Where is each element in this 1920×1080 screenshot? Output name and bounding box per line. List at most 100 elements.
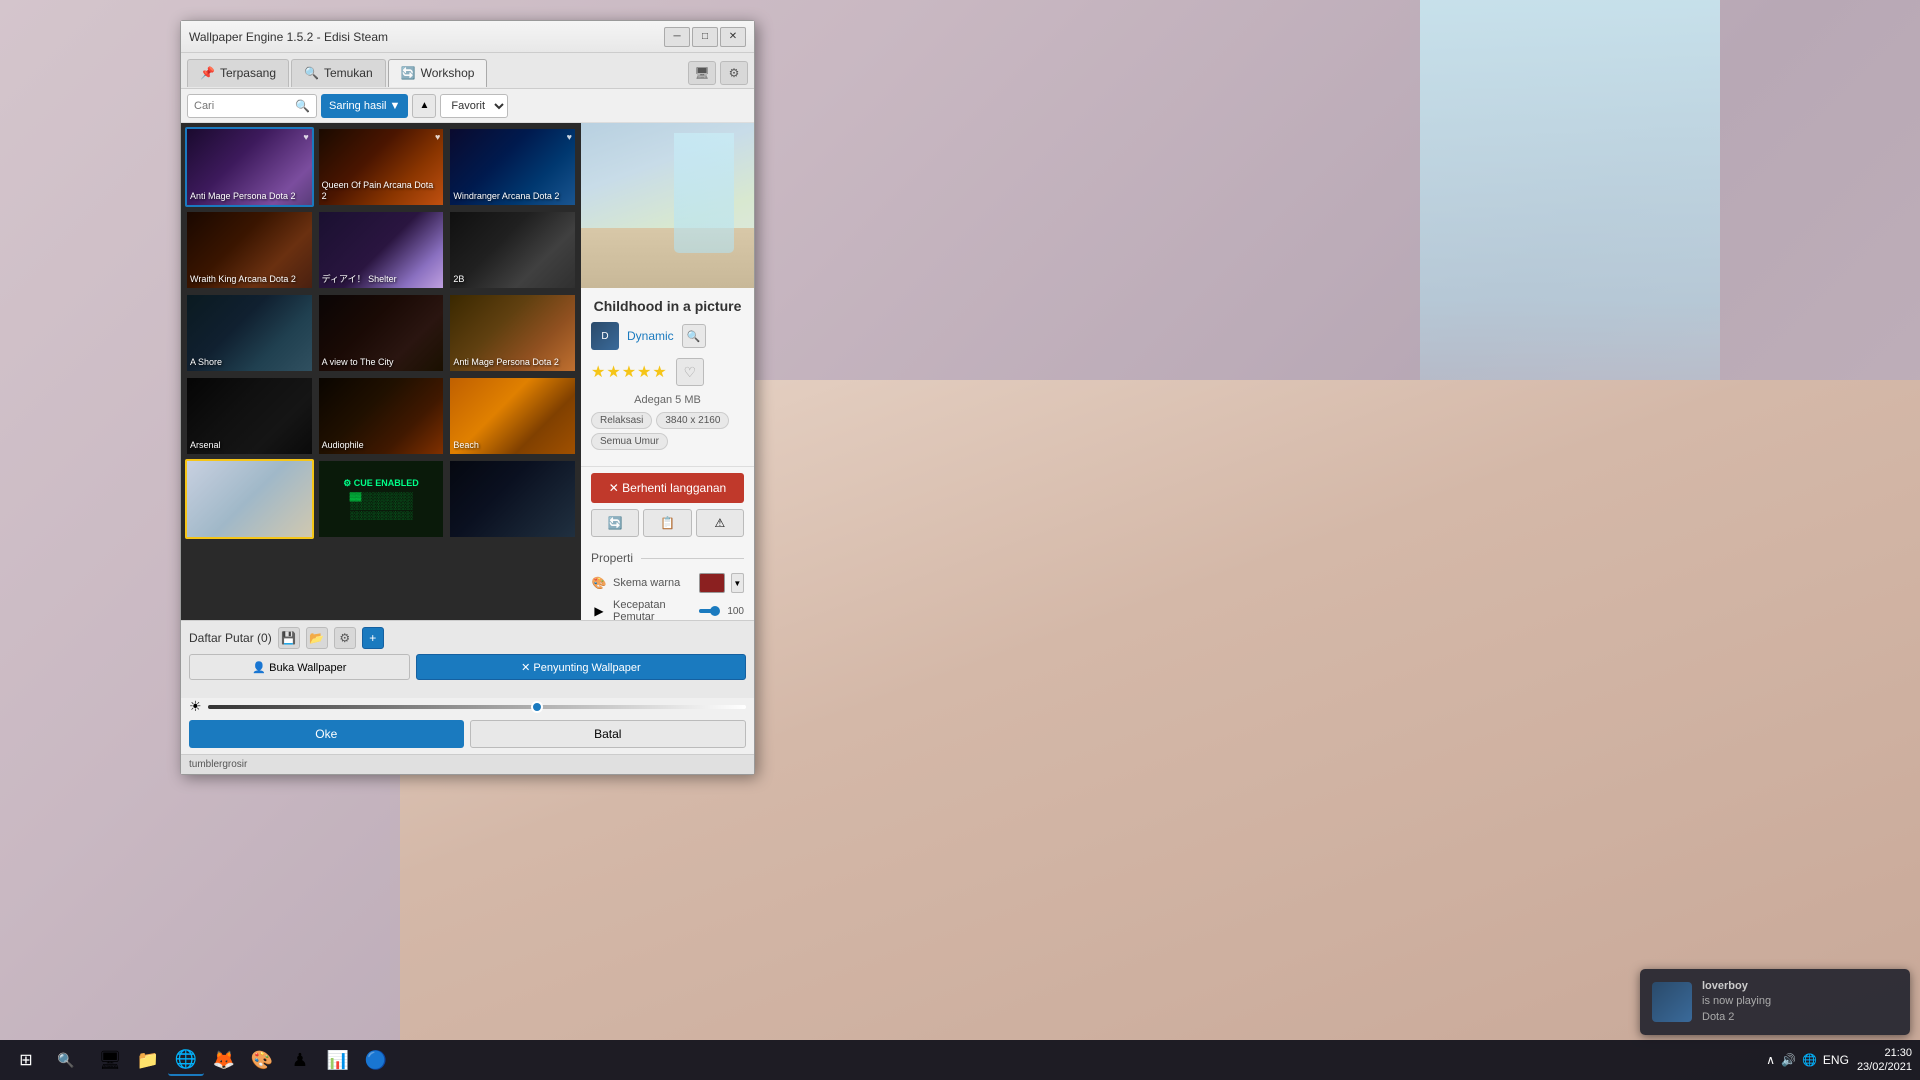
copy-button[interactable]: 📋 (643, 509, 691, 537)
playlist-label: Daftar Putar (0) (189, 631, 272, 645)
author-name[interactable]: Dynamic (627, 329, 674, 343)
list-item[interactable]: ♥ Windranger Arcana Dota 2 (448, 127, 577, 207)
brightness-slider[interactable] (208, 705, 746, 709)
edit-wallpaper-button[interactable]: ✕ Penyunting Wallpaper (416, 654, 746, 680)
taskbar-icon-browser1[interactable]: 🌐 (168, 1044, 204, 1076)
window-title: Wallpaper Engine 1.5.2 - Edisi Steam (189, 30, 664, 44)
taskbar-sys-icons: ∧ 🔊 🌐 ENG (1766, 1053, 1849, 1067)
playlist-save-button[interactable]: 💾 (278, 627, 300, 649)
taskbar-icon-firefox[interactable]: 🦊 (206, 1044, 242, 1076)
sort-direction-button[interactable]: ▲ (412, 94, 436, 118)
taskbar-icon-steam[interactable]: ♟ (282, 1044, 318, 1076)
list-item[interactable]: 2B (448, 210, 577, 290)
wallpaper-label: Beach (453, 440, 572, 451)
notification-game: Dota 2 (1702, 1010, 1771, 1025)
monitor-button[interactable]: 🖥 (688, 61, 716, 85)
tag-age: Semua Umur (591, 433, 668, 450)
tab-workshop-label: Workshop (421, 66, 475, 80)
speaker-icon[interactable]: 🔊 (1781, 1053, 1796, 1067)
lang-label: ENG (1823, 1053, 1849, 1067)
start-button[interactable]: ⊞ (8, 1044, 44, 1076)
properties-divider (641, 558, 744, 559)
taskbar-icon-app[interactable]: 🔵 (358, 1044, 394, 1076)
play-icon: ▶ (591, 604, 607, 618)
list-item[interactable]: Anti Mage Persona Dota 2 (448, 293, 577, 373)
tab-discover[interactable]: 🔍 Temukan (291, 59, 386, 87)
tab-actions: 🖥 ⚙ (688, 61, 748, 85)
sort-select[interactable]: Favorit (440, 94, 508, 118)
list-item[interactable]: A Shore (185, 293, 314, 373)
tab-bar: 📌 Terpasang 🔍 Temukan 🔄 Workshop 🖥 ⚙ (181, 53, 754, 89)
list-item[interactable]: A view to The City (317, 293, 446, 373)
playlist-settings-button[interactable]: ⚙ (334, 627, 356, 649)
list-item[interactable]: Beach (448, 376, 577, 456)
taskbar: ⊞ 🔍 🖥 📁 🌐 🦊 🎨 ♟ 📊 🔵 ∧ 🔊 🌐 ENG 21:30 23/0… (0, 1040, 1920, 1080)
wallpaper-grid: ♥ Anti Mage Persona Dota 2 ♥ Queen Of Pa… (181, 123, 581, 620)
close-button[interactable]: ✕ (720, 27, 746, 47)
color-swatch[interactable] (699, 573, 725, 593)
favorite-button[interactable]: ♡ (676, 358, 704, 386)
taskbar-icon-explorer[interactable]: 🖥 (92, 1044, 128, 1076)
list-item[interactable]: Wraith King Arcana Dota 2 (185, 210, 314, 290)
notification-username: loverboy (1702, 979, 1771, 994)
tab-installed[interactable]: 📌 Terpasang (187, 59, 289, 87)
preview-image (581, 123, 754, 288)
tab-workshop-icon: 🔄 (401, 66, 416, 80)
tab-discover-icon: 🔍 (304, 66, 319, 80)
taskbar-clock[interactable]: 21:30 23/02/2021 (1857, 1046, 1912, 1075)
taskbar-icon-files[interactable]: 📁 (130, 1044, 166, 1076)
refresh-button[interactable]: 🔄 (591, 509, 639, 537)
taskbar-search-button[interactable]: 🔍 (48, 1044, 84, 1076)
list-item[interactable]: Arsenal (185, 376, 314, 456)
wallpaper-label: Anti Mage Persona Dota 2 (453, 357, 572, 368)
filter-button[interactable]: Saring hasil ▼ (321, 94, 408, 118)
network-icon[interactable]: 🌐 (1802, 1053, 1817, 1067)
list-item[interactable]: ♥ Anti Mage Persona Dota 2 (185, 127, 314, 207)
property-color-scheme: 🎨 Skema warna ▼ (591, 573, 744, 593)
color-dropdown[interactable]: ▼ (731, 573, 744, 593)
title-bar: Wallpaper Engine 1.5.2 - Edisi Steam ─ □… (181, 21, 754, 53)
action-buttons: 🔄 📋 ⚠ (591, 509, 744, 537)
right-panel: Childhood in a picture D Dynamic 🔍 ★★★★★… (581, 123, 754, 620)
wallpaper-title: Childhood in a picture (591, 298, 744, 314)
tab-workshop[interactable]: 🔄 Workshop (388, 59, 488, 87)
playlist-add-button[interactable]: + (362, 627, 384, 649)
taskbar-icon-photoshop[interactable]: 🎨 (244, 1044, 280, 1076)
search-author-button[interactable]: 🔍 (682, 324, 706, 348)
playlist-load-button[interactable]: 📂 (306, 627, 328, 649)
search-input-wrap: 🔍 (187, 94, 317, 118)
confirm-buttons: Oke Batal (181, 720, 754, 754)
wallpaper-label: Wraith King Arcana Dota 2 (190, 274, 309, 285)
list-item[interactable]: Audiophile (317, 376, 446, 456)
unsubscribe-button[interactable]: ✕ Berhenti langganan (591, 473, 744, 503)
list-item[interactable]: ⚙ CUE ENABLED ▓▓░░░░░░░░░░░░░░░░░░░░░░░░… (317, 459, 446, 539)
properties-header: Properti (591, 551, 744, 565)
heart-badge: ♥ (567, 132, 572, 142)
list-item[interactable] (185, 459, 314, 539)
wallpaper-label: Anti Mage Persona Dota 2 (190, 191, 309, 202)
list-item[interactable] (448, 459, 577, 539)
tag-relaksasi: Relaksasi (591, 412, 652, 429)
warning-button[interactable]: ⚠ (696, 509, 744, 537)
list-item[interactable]: ディアイ！ Shelter (317, 210, 446, 290)
settings-button[interactable]: ⚙ (720, 61, 748, 85)
ok-button[interactable]: Oke (189, 720, 464, 748)
search-input[interactable] (194, 100, 291, 112)
wallpaper-label: A Shore (190, 357, 309, 368)
taskbar-icon-excel[interactable]: 📊 (320, 1044, 356, 1076)
sys-chevron-icon[interactable]: ∧ (1766, 1053, 1775, 1067)
taskbar-icons: 🖥 📁 🌐 🦊 🎨 ♟ 📊 🔵 (92, 1044, 394, 1076)
property-speed: ▶ Kecepatan Pemutar 100 (591, 599, 744, 620)
status-bar: tumblergrosir (181, 754, 754, 774)
cancel-button[interactable]: Batal (470, 720, 747, 748)
maximize-button[interactable]: □ (692, 27, 718, 47)
minimize-button[interactable]: ─ (664, 27, 690, 47)
bottom-buttons: 👤 Buka Wallpaper ✕ Penyunting Wallpaper (189, 654, 746, 680)
playlist-row: Daftar Putar (0) 💾 📂 ⚙ + (189, 627, 746, 649)
author-row: D Dynamic 🔍 (591, 322, 744, 350)
file-info: Adegan 5 MB (591, 394, 744, 406)
open-wallpaper-button[interactable]: 👤 Buka Wallpaper (189, 654, 410, 680)
wallpaper-label: Windranger Arcana Dota 2 (453, 191, 572, 202)
speed-slider[interactable] (699, 609, 715, 613)
list-item[interactable]: ♥ Queen Of Pain Arcana Dota 2 (317, 127, 446, 207)
